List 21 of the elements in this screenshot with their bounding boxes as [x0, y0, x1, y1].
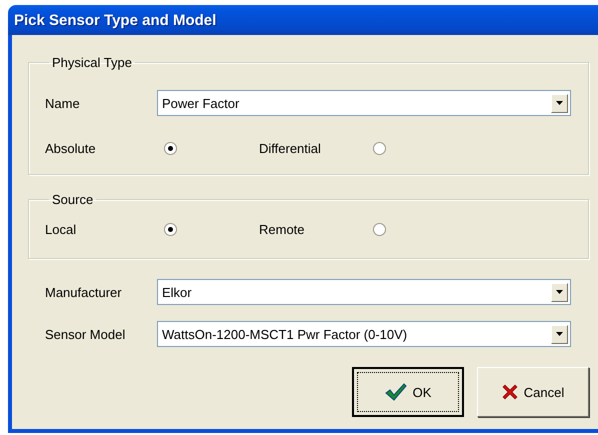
cancel-button[interactable]: Cancel — [477, 367, 589, 417]
group-title: Physical Type — [51, 55, 133, 70]
checkmark-icon — [384, 383, 407, 401]
ok-button[interactable]: OK — [352, 367, 464, 417]
radio-button[interactable] — [164, 222, 177, 236]
radio-button[interactable] — [373, 222, 386, 236]
radio-label: Differential — [259, 140, 322, 156]
name-dropdown[interactable]: Power Factor — [157, 90, 571, 116]
radio-button[interactable] — [164, 142, 177, 154]
x-icon — [502, 384, 518, 400]
field-label: Name — [45, 96, 81, 110]
window-title: Pick Sensor Type and Model — [8, 5, 598, 35]
radio-label: Absolute — [45, 140, 97, 156]
radio-label: Local — [45, 222, 78, 236]
sensor-model-dropdown[interactable]: WattsOn-1200-MSCT1 Pwr Factor (0-10V) — [157, 321, 571, 347]
field-label: Manufacturer — [45, 284, 123, 300]
group-title: Source — [51, 192, 94, 207]
manufacturer-dropdown[interactable]: Elkor — [157, 279, 571, 305]
field-label: Sensor Model — [45, 326, 126, 342]
radio-button[interactable] — [373, 142, 386, 154]
radio-label: Remote — [259, 222, 306, 236]
